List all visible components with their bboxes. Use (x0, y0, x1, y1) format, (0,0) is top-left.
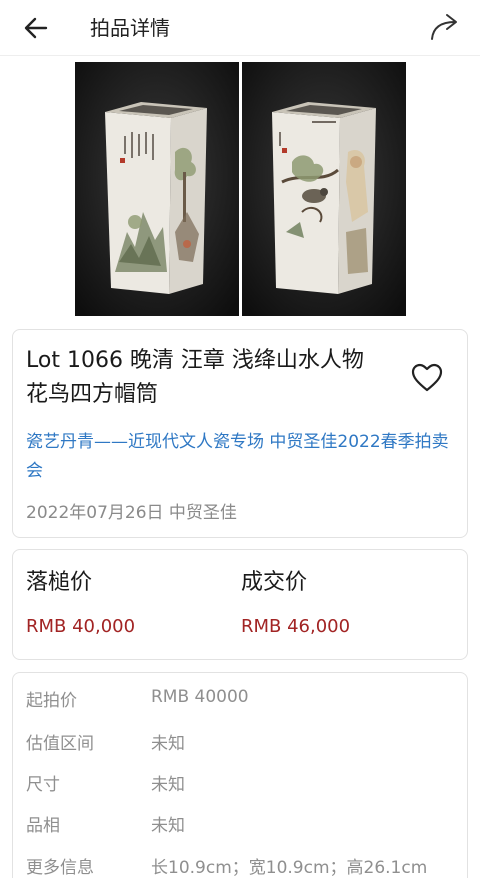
lot-title-line1: Lot 1066 晚清 汪章 浅绛山水人物 (26, 348, 364, 373)
vase-back-photo[interactable] (242, 62, 406, 316)
deal-price-label: 成交价 (241, 570, 308, 595)
lot-info-card: Lot 1066 晚清 汪章 浅绛山水人物 花鸟四方帽筒 瓷艺丹青——近现代文人… (12, 329, 468, 538)
detail-value: 未知 (151, 775, 185, 795)
share-button[interactable] (428, 10, 462, 44)
deal-price-block: 成交价 RMB 46,000 (241, 566, 350, 640)
lot-title-line2: 花鸟四方帽筒 (26, 382, 159, 407)
auction-sale-link[interactable]: 瓷艺丹青——近现代文人瓷专场 中贸圣佳2022春季拍卖会 (26, 428, 456, 486)
heart-icon (411, 363, 443, 392)
arrow-left-icon (24, 17, 48, 39)
vase-front-photo[interactable] (75, 62, 239, 316)
share-forward-icon (431, 14, 457, 40)
top-bar: 拍品详情 (0, 0, 480, 56)
detail-key: 估值区间 (26, 734, 94, 754)
detail-value: 未知 (151, 816, 185, 836)
detail-key: 更多信息 (26, 858, 94, 878)
porcelain-vase-landscape (75, 62, 239, 316)
hammer-price-label: 落槌价 (26, 570, 93, 595)
detail-key: 尺寸 (26, 775, 60, 795)
detail-key: 起拍价 (26, 691, 77, 711)
page-title: 拍品详情 (90, 16, 170, 40)
porcelain-vase-bird (242, 62, 406, 316)
lot-image-gallery (0, 57, 480, 319)
back-button[interactable] (20, 12, 52, 44)
favorite-button[interactable] (409, 360, 445, 396)
details-card: 起拍价 RMB 40000 估值区间 未知 尺寸 未知 品相 未知 更多信息 长… (12, 672, 468, 878)
auction-date-house: 2022年07月26日 中贸圣佳 (26, 503, 237, 523)
detail-key: 品相 (26, 816, 60, 836)
hammer-price-value: RMB 40,000 (26, 616, 136, 637)
detail-value: RMB 40000 (151, 687, 249, 707)
deal-price-value: RMB 46,000 (241, 616, 351, 637)
price-card: 落槌价 RMB 40,000 成交价 RMB 46,000 (12, 549, 468, 660)
lot-title: Lot 1066 晚清 汪章 浅绛山水人物 花鸟四方帽筒 (26, 344, 401, 412)
detail-value: 未知 (151, 734, 185, 754)
detail-value: 长10.9cm；宽10.9cm；高26.1cm (151, 858, 428, 878)
hammer-price-block: 落槌价 RMB 40,000 (26, 566, 135, 640)
